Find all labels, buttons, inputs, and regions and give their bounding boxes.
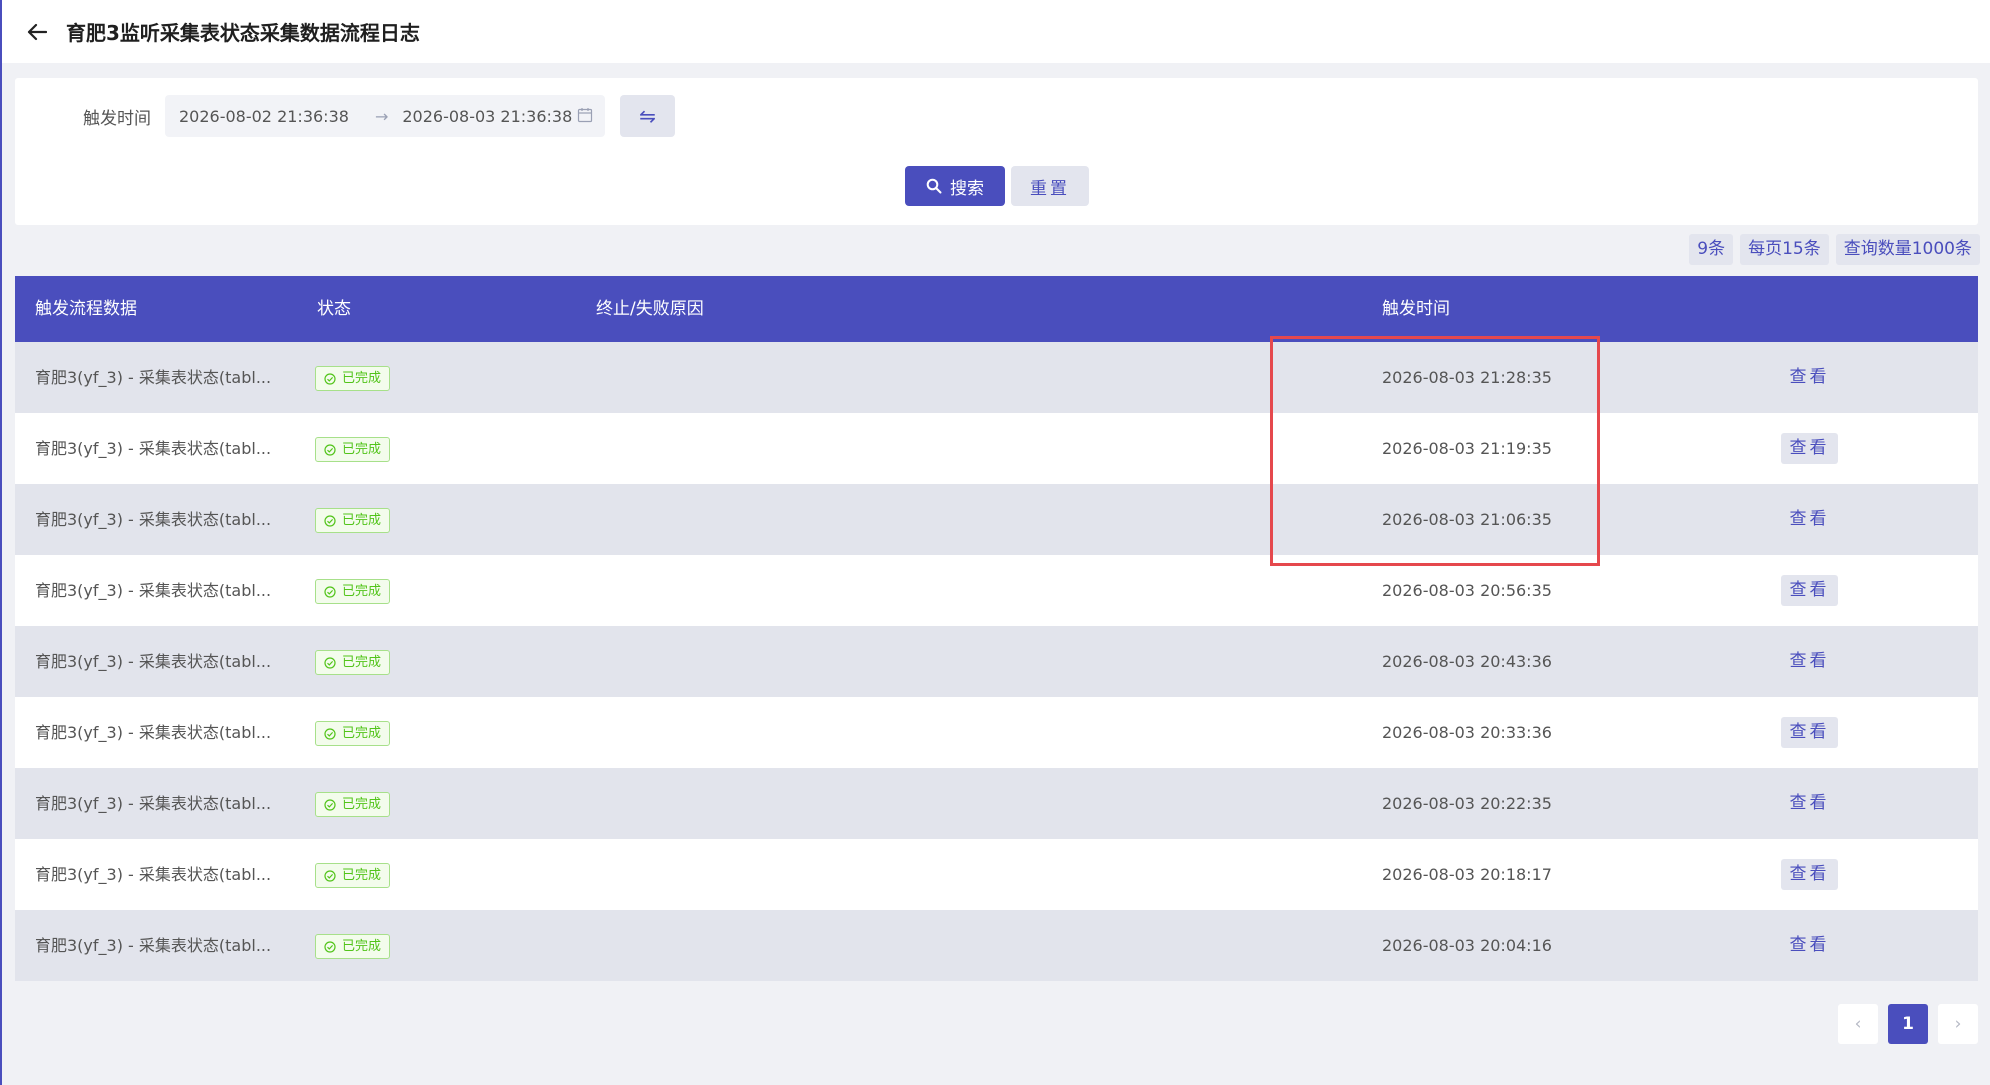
table-row: 育肥3(yf_3) - 采集表状态(tabl... 已完成 2026-08-03 2… <box>15 768 1978 839</box>
trigger-time-cell: 2026-08-03 21:19:35 <box>1382 439 1552 458</box>
status-label: 已完成 <box>342 726 382 741</box>
status-badge: 已完成 <box>315 437 391 462</box>
flow-data-cell: 育肥3(yf_3) - 采集表状态(tabl... <box>35 439 272 458</box>
left-edge-bar <box>0 0 2 1085</box>
search-button-label: 搜索 <box>950 178 984 199</box>
pagination: ‹ 1 › <box>1838 1004 1978 1044</box>
search-button[interactable]: 搜索 <box>905 166 1005 206</box>
check-circle-icon <box>324 514 336 527</box>
table-row: 育肥3(yf_3) - 采集表状态(tabl... 已完成 2026-08-03 2… <box>15 839 1978 910</box>
table-row: 育肥3(yf_3) - 采集表状态(tabl... 已完成 2026-08-03 2… <box>15 626 1978 697</box>
check-circle-icon <box>324 798 336 811</box>
header-reason: 终止/失败原因 <box>596 299 704 319</box>
date-range-picker[interactable]: 2026-08-02 21:36:38 → 2026-08-03 21:36:3… <box>165 95 605 137</box>
status-label: 已完成 <box>342 584 382 599</box>
flow-data-cell: 育肥3(yf_3) - 采集表状态(tabl... <box>35 794 272 813</box>
swap-icon: ⇋ <box>639 104 656 128</box>
trigger-time-cell: 2026-08-03 20:56:35 <box>1382 581 1552 600</box>
prev-page-button[interactable]: ‹ <box>1838 1004 1878 1044</box>
view-button[interactable]: 查看 <box>1781 859 1838 890</box>
status-badge: 已完成 <box>315 508 391 533</box>
status-badge: 已完成 <box>315 792 391 817</box>
calendar-icon[interactable] <box>577 107 593 127</box>
log-table: 触发流程数据 状态 终止/失败原因 触发时间 育肥3(yf_3) - 采集表状态… <box>15 276 1978 981</box>
range-end-input[interactable]: 2026-08-03 21:36:38 <box>402 107 572 126</box>
query-limit-badge[interactable]: 查询数量1000条 <box>1835 234 1980 265</box>
table-row: 育肥3(yf_3) - 采集表状态(tabl... 已完成 2026-08-03 2… <box>15 697 1978 768</box>
header-flow-data: 触发流程数据 <box>35 299 137 319</box>
flow-data-cell: 育肥3(yf_3) - 采集表状态(tabl... <box>35 723 272 742</box>
flow-data-cell: 育肥3(yf_3) - 采集表状态(tabl... <box>35 581 272 600</box>
next-page-button[interactable]: › <box>1938 1004 1978 1044</box>
table-body: 育肥3(yf_3) - 采集表状态(tabl... 已完成 2026-08-03 2… <box>15 342 1978 981</box>
page-size-badge[interactable]: 每页15条 <box>1740 234 1829 265</box>
trigger-time-cell: 2026-08-03 20:04:16 <box>1382 936 1552 955</box>
status-label: 已完成 <box>342 797 382 812</box>
table-header: 触发流程数据 状态 终止/失败原因 触发时间 <box>15 276 1978 342</box>
view-button[interactable]: 查看 <box>1781 717 1838 748</box>
flow-data-cell: 育肥3(yf_3) - 采集表状态(tabl... <box>35 652 272 671</box>
stats-bar: 9条 每页15条 查询数量1000条 <box>1689 234 1980 265</box>
status-label: 已完成 <box>342 655 382 670</box>
view-button[interactable]: 查看 <box>1781 575 1838 606</box>
total-count-badge: 9条 <box>1689 234 1734 265</box>
view-button[interactable]: 查看 <box>1781 362 1838 393</box>
check-circle-icon <box>324 443 336 456</box>
header-status: 状态 <box>317 299 351 319</box>
status-badge: 已完成 <box>315 650 391 675</box>
status-badge: 已完成 <box>315 579 391 604</box>
trigger-time-cell: 2026-08-03 21:06:35 <box>1382 510 1552 529</box>
flow-data-cell: 育肥3(yf_3) - 采集表状态(tabl... <box>35 865 272 884</box>
trigger-time-cell: 2026-08-03 20:33:36 <box>1382 723 1552 742</box>
status-badge: 已完成 <box>315 863 391 888</box>
status-badge: 已完成 <box>315 934 391 959</box>
page-1-button[interactable]: 1 <box>1888 1004 1928 1044</box>
view-button[interactable]: 查看 <box>1781 788 1838 819</box>
reset-button[interactable]: 重置 <box>1011 166 1089 206</box>
table-row: 育肥3(yf_3) - 采集表状态(tabl... 已完成 2026-08-03 2… <box>15 484 1978 555</box>
check-circle-icon <box>324 869 336 882</box>
status-badge: 已完成 <box>315 366 391 391</box>
view-button[interactable]: 查看 <box>1781 646 1838 677</box>
status-label: 已完成 <box>342 868 382 883</box>
trigger-time-cell: 2026-08-03 21:28:35 <box>1382 368 1552 387</box>
table-row: 育肥3(yf_3) - 采集表状态(tabl... 已完成 2026-08-03 2… <box>15 910 1978 981</box>
trigger-time-label: 触发时间 <box>83 109 151 129</box>
view-button[interactable]: 查看 <box>1781 504 1838 535</box>
table-row: 育肥3(yf_3) - 采集表状态(tabl... 已完成 2026-08-03 2… <box>15 413 1978 484</box>
status-label: 已完成 <box>342 442 382 457</box>
view-button[interactable]: 查看 <box>1781 433 1838 464</box>
status-label: 已完成 <box>342 371 382 386</box>
page-header: 育肥3监听采集表状态采集数据流程日志 <box>2 0 1990 63</box>
swap-range-button[interactable]: ⇋ <box>620 95 675 137</box>
check-circle-icon <box>324 656 336 669</box>
check-circle-icon <box>324 372 336 385</box>
trigger-time-cell: 2026-08-03 20:18:17 <box>1382 865 1552 884</box>
trigger-time-cell: 2026-08-03 20:43:36 <box>1382 652 1552 671</box>
check-circle-icon <box>324 585 336 598</box>
check-circle-icon <box>324 940 336 953</box>
filter-panel: 触发时间 2026-08-02 21:36:38 → 2026-08-03 21… <box>15 78 1978 225</box>
flow-data-cell: 育肥3(yf_3) - 采集表状态(tabl... <box>35 936 272 955</box>
header-trigger-time: 触发时间 <box>1382 299 1450 319</box>
table-row: 育肥3(yf_3) - 采集表状态(tabl... 已完成 2026-08-03 2… <box>15 555 1978 626</box>
status-label: 已完成 <box>342 513 382 528</box>
back-arrow-icon[interactable] <box>26 21 48 43</box>
flow-data-cell: 育肥3(yf_3) - 采集表状态(tabl... <box>35 510 272 529</box>
range-arrow-icon: → <box>374 106 389 126</box>
search-icon <box>926 178 942 194</box>
range-start-input[interactable]: 2026-08-02 21:36:38 <box>179 107 349 126</box>
trigger-time-cell: 2026-08-03 20:22:35 <box>1382 794 1552 813</box>
check-circle-icon <box>324 727 336 740</box>
table-row: 育肥3(yf_3) - 采集表状态(tabl... 已完成 2026-08-03 2… <box>15 342 1978 413</box>
status-label: 已完成 <box>342 939 382 954</box>
status-badge: 已完成 <box>315 721 391 746</box>
page: 育肥3监听采集表状态采集数据流程日志 触发时间 2026-08-02 21:36… <box>0 0 1990 1085</box>
flow-data-cell: 育肥3(yf_3) - 采集表状态(tabl... <box>35 368 272 387</box>
view-button[interactable]: 查看 <box>1781 930 1838 961</box>
page-title: 育肥3监听采集表状态采集数据流程日志 <box>66 21 420 45</box>
